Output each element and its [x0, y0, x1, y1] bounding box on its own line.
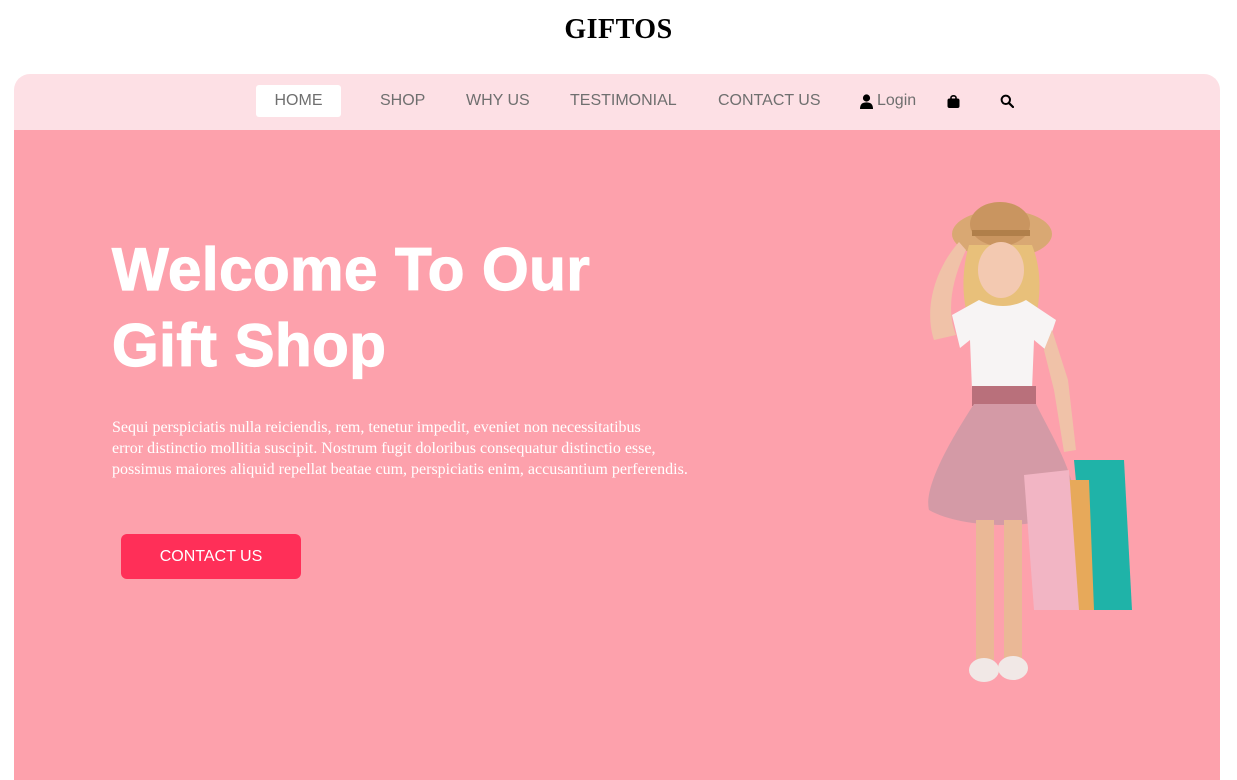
hero-text-line3: possimus maiores aliquid repellat beatae…: [112, 461, 688, 478]
nav-why-us[interactable]: WHY US: [466, 85, 530, 117]
login-link[interactable]: Login: [860, 85, 916, 117]
nav-home[interactable]: HOME: [256, 85, 341, 117]
brand-logo[interactable]: GIFTOS: [0, 14, 1237, 46]
hero-title: Welcome To Our Gift Shop: [111, 232, 752, 384]
hero-title-line1: Welcome To Our: [111, 235, 591, 303]
hero-section: Welcome To Our Gift Shop Sequi perspicia…: [14, 130, 1220, 780]
login-label: Login: [877, 92, 917, 109]
shopping-bag-icon[interactable]: [947, 85, 960, 117]
contact-us-button[interactable]: CONTACT US: [121, 534, 301, 579]
nav-shop[interactable]: SHOP: [380, 85, 425, 117]
navbar: HOME SHOP WHY US TESTIMONIAL CONTACT US …: [14, 74, 1220, 130]
search-icon[interactable]: [1000, 85, 1014, 117]
hero-title-line2: Gift Shop: [111, 311, 387, 379]
girl-with-shopping-bags-image: [928, 202, 1132, 682]
user-icon: [860, 93, 873, 109]
hero-text-line2: error distinctio mollitia suscipit. Nost…: [112, 440, 656, 457]
hero-text-line1: Sequi perspiciatis nulla reiciendis, rem…: [112, 419, 641, 436]
nav-contact-us[interactable]: CONTACT US: [718, 85, 821, 117]
nav-testimonial[interactable]: TESTIMONIAL: [570, 85, 677, 117]
hero-description: Sequi perspiciatis nulla reiciendis, rem…: [112, 417, 782, 480]
